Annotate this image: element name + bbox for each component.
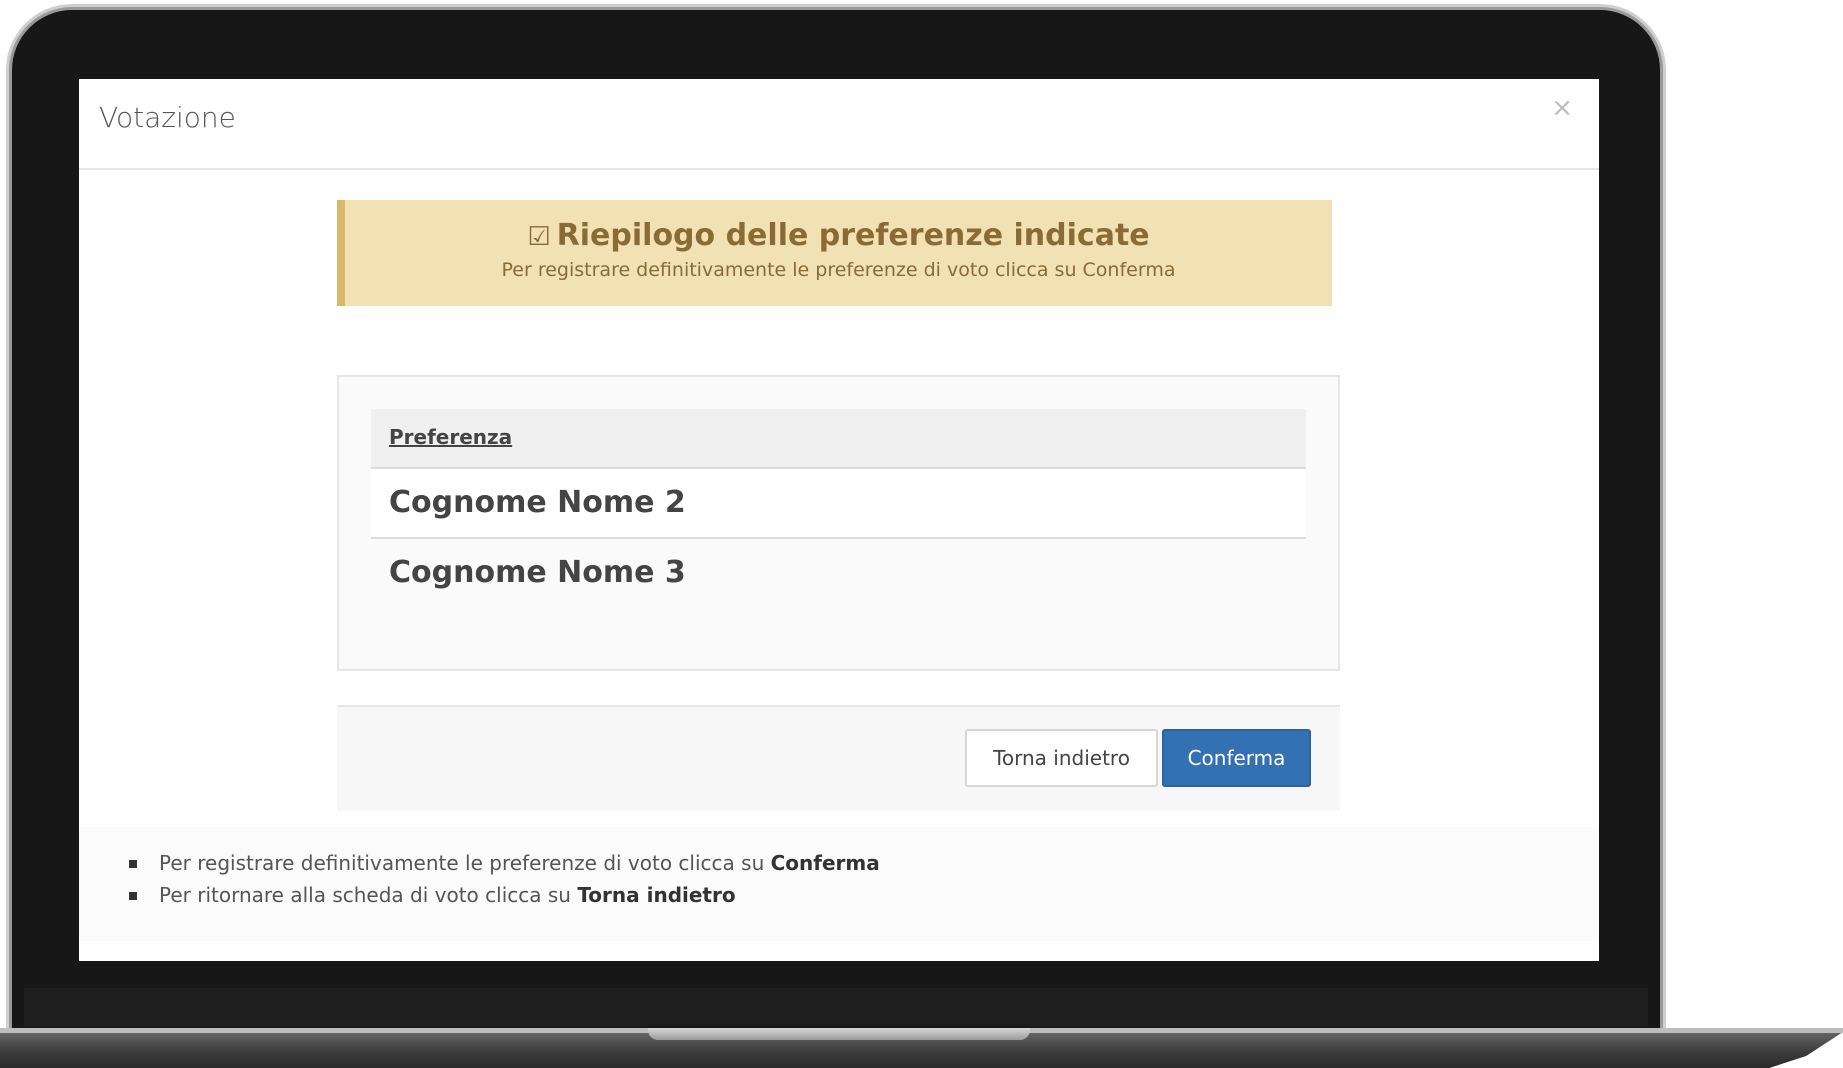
- help-emphasis: Torna indietro: [577, 883, 736, 907]
- help-list: Per registrare definitivamente le prefer…: [129, 847, 880, 911]
- preferences-table: Preferenza Cognome Nome 2 Cognome Nome 3: [371, 409, 1306, 607]
- modal-footer: Torna indietro Conferma: [337, 705, 1340, 811]
- confirm-button[interactable]: Conferma: [1162, 729, 1311, 787]
- help-emphasis: Conferma: [770, 851, 880, 875]
- alert-subtitle: Per registrare definitivamente le prefer…: [501, 259, 1176, 281]
- alert-title: Riepilogo delle preferenze indicate: [556, 218, 1150, 253]
- close-icon[interactable]: ×: [1551, 93, 1573, 123]
- alert-title-row: ☑ Riepilogo delle preferenze indicate: [345, 218, 1332, 253]
- back-button[interactable]: Torna indietro: [965, 729, 1158, 787]
- help-text: Per registrare definitivamente le prefer…: [159, 851, 771, 875]
- table-row: Cognome Nome 3: [371, 537, 1306, 607]
- preference-name: Cognome Nome 3: [389, 555, 686, 590]
- preferences-panel: Preferenza Cognome Nome 2 Cognome Nome 3: [337, 375, 1340, 671]
- summary-alert: ☑ Riepilogo delle preferenze indicate Per…: [337, 200, 1332, 306]
- table-row: Cognome Nome 2: [371, 469, 1306, 537]
- table-header: Preferenza: [371, 409, 1306, 469]
- column-header-preferenza: Preferenza: [389, 425, 513, 449]
- list-item: Per registrare definitivamente le prefer…: [129, 847, 880, 879]
- list-item: Per ritornare alla scheda di voto clicca…: [129, 879, 880, 911]
- check-square-icon: ☑: [527, 222, 551, 252]
- help-area: Per registrare definitivamente le prefer…: [79, 827, 1599, 941]
- laptop-bezel: [24, 988, 1648, 1026]
- help-text: Per ritornare alla scheda di voto clicca…: [159, 883, 578, 907]
- modal-title: Votazione: [99, 101, 236, 134]
- preference-name: Cognome Nome 2: [389, 485, 686, 520]
- modal-header: Votazione ×: [79, 79, 1599, 170]
- modal-dialog: Votazione × ☑ Riepilogo delle preferenze …: [79, 79, 1599, 961]
- laptop-hinge-notch: [648, 1028, 1030, 1040]
